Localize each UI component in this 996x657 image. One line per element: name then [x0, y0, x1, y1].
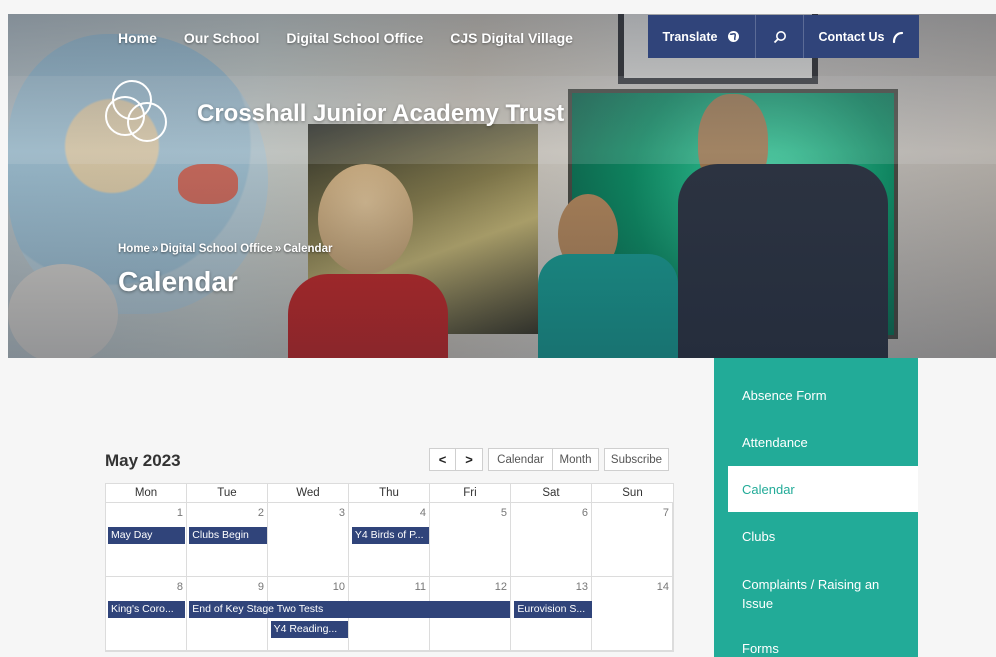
calendar-day-number: 10 [332, 581, 345, 593]
calendar-day-number: 12 [494, 581, 507, 593]
sidenav-item-attendance[interactable]: Attendance [714, 435, 918, 450]
translate-label: Translate [662, 29, 718, 44]
calendar-nav-buttons: < > [429, 448, 483, 471]
calendar-day-number: 6 [581, 507, 588, 519]
prev-month-button[interactable]: < [429, 448, 456, 471]
main-nav: Home Our School Digital School Office CJ… [118, 30, 573, 46]
calendar-event[interactable]: Y4 Birds of P... [351, 527, 430, 544]
calendar-weeks: 1 2 3 4 5 6 7 May Day Clubs Begin Y4 Birds of P..… [106, 503, 673, 651]
hero-banner [8, 14, 996, 358]
calendar-event[interactable]: King's Coro... [108, 601, 186, 618]
view-calendar-button[interactable]: Calendar [488, 448, 553, 471]
breadcrumb-item-digital-school-office[interactable]: Digital School Office [160, 243, 272, 255]
org-name[interactable]: Crosshall Junior Academy Trust [197, 100, 564, 128]
search-button[interactable] [756, 15, 804, 58]
calendar-view-buttons: Calendar Month [488, 448, 599, 471]
breadcrumb-separator: » [274, 243, 282, 255]
weekday-label: Tue [187, 484, 268, 503]
calendar-toolbar: < > Calendar Month Subscribe [429, 448, 669, 471]
nav-item-home[interactable]: Home [118, 30, 157, 46]
weekday-label: Sat [511, 484, 592, 503]
weekday-label: Fri [430, 484, 511, 503]
side-nav: Absence Form Attendance Calendar Clubs C… [714, 358, 918, 657]
breadcrumb: Home» Digital School Office» Calendar [118, 243, 332, 255]
calendar-day-cell[interactable]: 7 [592, 503, 673, 576]
phone-icon [893, 31, 904, 43]
calendar-day-number: 3 [338, 507, 345, 519]
sidenav-item-forms[interactable]: Forms [714, 641, 918, 656]
calendar-event[interactable]: Y4 Reading... [270, 621, 348, 638]
weekday-label: Sun [622, 487, 643, 499]
sidenav-item-clubs[interactable]: Clubs [714, 529, 918, 544]
calendar-event[interactable]: Clubs Begin [189, 527, 267, 544]
academy-logo[interactable] [105, 76, 177, 152]
calendar-day-cell[interactable]: 14 [592, 577, 673, 650]
view-month-button[interactable]: Month [553, 448, 599, 471]
nav-item-cjs-digital-village[interactable]: CJS Digital Village [450, 30, 573, 46]
weekday-header: Mon Tue Wed Thu Fri Sat Sun [106, 484, 673, 503]
sidenav-item-complaints[interactable]: Complaints / Raising an Issue [714, 575, 918, 613]
calendar-month-label: May 2023 [105, 451, 181, 470]
weekday-label: Thu [349, 484, 430, 503]
nav-item-digital-school-office[interactable]: Digital School Office [286, 30, 423, 46]
calendar-week: 8 9 10 11 12 13 14 King's Coro... End of Key Sta… [106, 577, 673, 651]
calendar-day-number: 4 [419, 507, 426, 519]
search-icon [773, 30, 786, 43]
calendar-day-cell[interactable]: 6 [511, 503, 592, 576]
top-strip [0, 0, 996, 14]
contact-us-button[interactable]: Contact Us [804, 15, 919, 58]
calendar-day-number: 1 [176, 507, 183, 519]
calendar-day-number: 11 [414, 581, 426, 593]
breadcrumb-item-home[interactable]: Home [118, 243, 150, 255]
calendar-event[interactable]: End of Key Stage Two Tests [189, 601, 511, 618]
calendar-week: 1 2 3 4 5 6 7 May Day Clubs Begin Y4 Birds of P..… [106, 503, 673, 577]
calendar-day-cell[interactable]: 3 [268, 503, 349, 576]
calendar-day-number: 14 [656, 581, 669, 593]
breadcrumb-separator: » [151, 243, 159, 255]
sidenav-item-calendar[interactable]: Calendar [728, 466, 918, 512]
calendar-day-cell[interactable]: 5 [430, 503, 511, 576]
subscribe-button[interactable]: Subscribe [604, 448, 669, 471]
calendar-grid: Mon Tue Wed Thu Fri Sat Sun 1 2 3 4 5 6 7 May D… [105, 483, 674, 652]
globe-icon [728, 31, 740, 42]
calendar-day-number: 2 [257, 507, 264, 519]
sidenav-item-absence-form[interactable]: Absence Form [714, 388, 918, 403]
calendar-event[interactable]: May Day [108, 527, 186, 544]
page-title: Calendar [118, 266, 238, 297]
page: Home Our School Digital School Office CJ… [0, 0, 996, 657]
contact-label: Contact Us [818, 29, 885, 44]
calendar-day-number: 7 [662, 507, 669, 519]
hero-overlay [8, 14, 996, 358]
calendar-event[interactable]: Eurovision S... [514, 601, 592, 618]
utility-bar: Translate Contact Us [648, 15, 919, 58]
next-month-button[interactable]: > [456, 448, 483, 471]
translate-button[interactable]: Translate [648, 15, 756, 58]
calendar-day-number: 5 [500, 507, 507, 519]
calendar-day-number: 13 [575, 581, 588, 593]
calendar-day-number: 9 [257, 581, 264, 593]
calendar-day-number: 8 [176, 581, 183, 593]
weekday-label: Wed [268, 484, 349, 503]
weekday-label: Mon [106, 484, 187, 503]
breadcrumb-item-calendar: Calendar [283, 243, 333, 255]
nav-item-our-school[interactable]: Our School [184, 30, 259, 46]
